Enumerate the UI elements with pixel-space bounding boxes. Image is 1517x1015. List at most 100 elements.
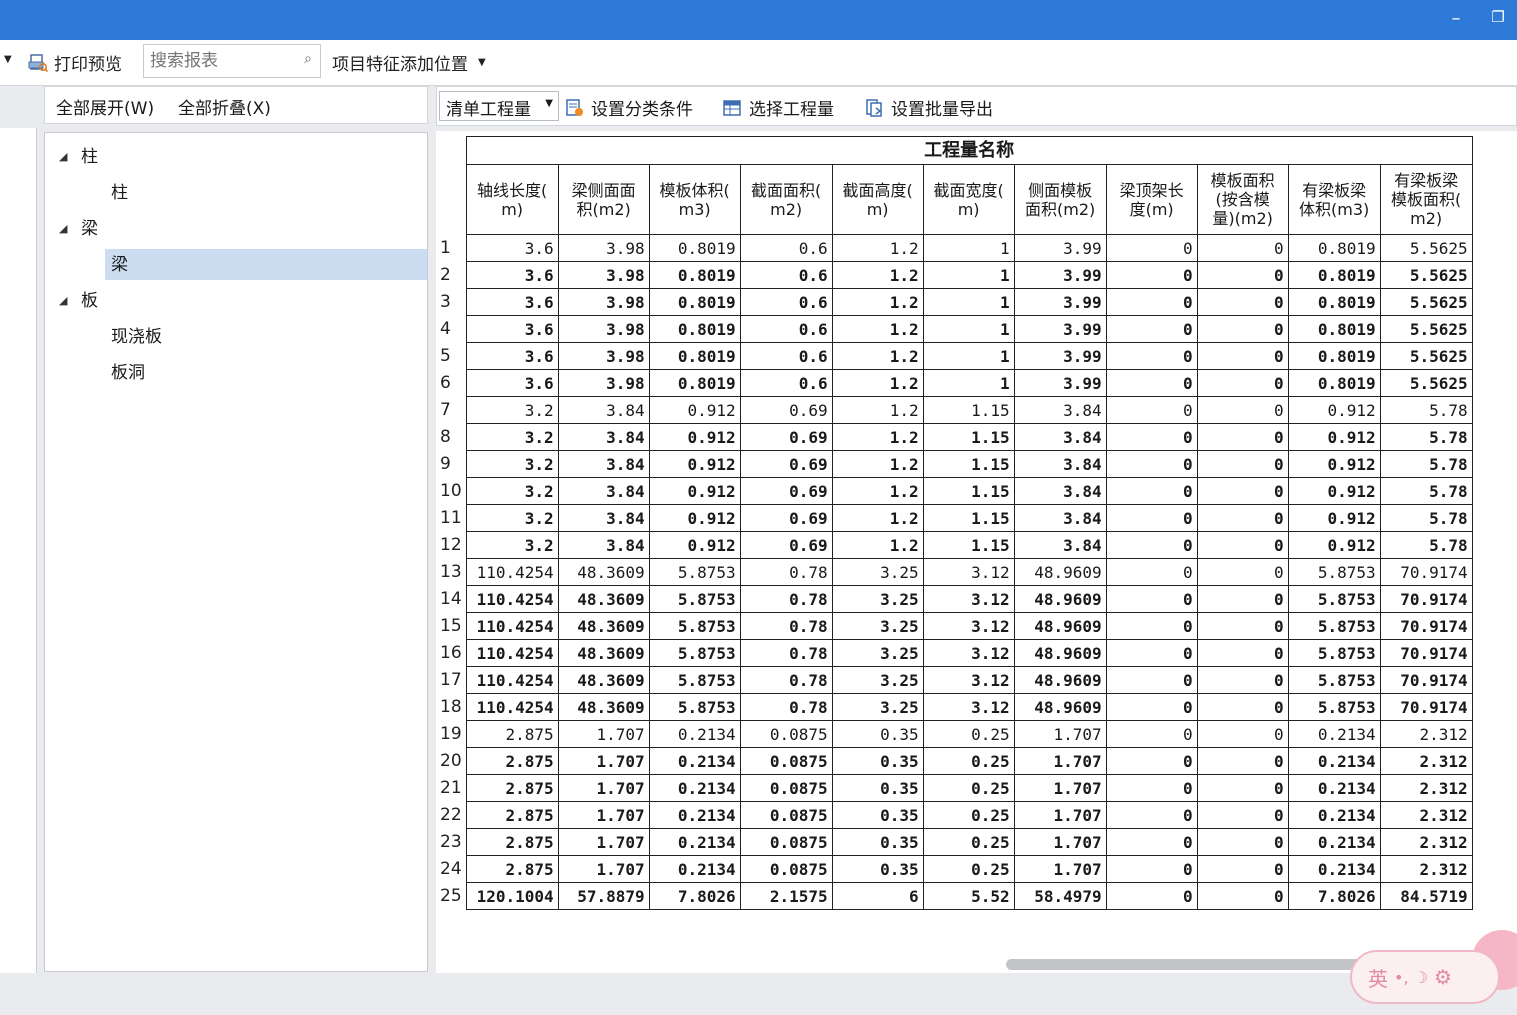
table-cell[interactable]: 70.9174 [1379,639,1473,667]
table-cell[interactable]: 0 [1105,342,1198,370]
table-cell[interactable]: 3.6 [465,288,559,316]
quantity-type-select[interactable]: 清单工程量 ▼ [439,91,559,121]
table-cell[interactable]: 3.2 [465,396,559,424]
column-header[interactable]: 梁顶架长 度(m) [1105,164,1198,235]
table-cell[interactable]: 0 [1105,693,1198,721]
table-cell[interactable]: 0.912 [648,396,741,424]
row-number[interactable]: 13 [436,558,467,586]
table-cell[interactable]: 1.2 [831,369,924,397]
row-number[interactable]: 11 [436,504,467,532]
table-cell[interactable]: 0.25 [922,855,1015,883]
table-cell[interactable]: 3.84 [557,531,650,559]
table-cell[interactable]: 48.9609 [1013,585,1107,613]
table-cell[interactable]: 0.2134 [1287,801,1381,829]
table-cell[interactable]: 3.84 [1013,450,1107,478]
row-number[interactable]: 20 [436,747,467,775]
table-cell[interactable]: 0.78 [739,585,833,613]
table-row[interactable]: 2 3.6 3.98 0.8019 0.6 1.2 1 3.99 0 0 0.8019 5.5625 [436,261,1473,289]
table-cell[interactable]: 5.8753 [648,612,741,640]
row-number[interactable]: 21 [436,774,467,802]
table-cell[interactable]: 3.84 [1013,477,1107,505]
table-cell[interactable]: 0.2134 [1287,828,1381,856]
table-cell[interactable]: 5.78 [1379,396,1473,424]
table-cell[interactable]: 5.8753 [648,693,741,721]
table-cell[interactable]: 48.3609 [557,666,650,694]
table-cell[interactable]: 0 [1105,369,1198,397]
ime-language-label[interactable]: 英 [1368,963,1388,992]
table-cell[interactable]: 3.6 [465,315,559,343]
table-cell[interactable]: 1.2 [831,531,924,559]
table-row[interactable]: 18 110.4254 48.3609 5.8753 0.78 3.25 3.12 48.96… [436,693,1473,721]
column-header[interactable]: 截面高度( m) [831,164,924,235]
table-cell[interactable]: 0.35 [831,747,924,775]
table-cell[interactable]: 2.875 [465,828,559,856]
table-cell[interactable]: 3.25 [831,585,924,613]
table-cell[interactable]: 0.69 [739,504,833,532]
restore-button[interactable]: ❐ [1485,8,1511,26]
table-row[interactable]: 25 120.1004 57.8879 7.8026 2.1575 6 5.52 58.497… [436,882,1473,910]
table-cell[interactable]: 3.2 [465,423,559,451]
table-cell[interactable]: 0.0875 [739,855,833,883]
table-cell[interactable]: 5.8753 [648,558,741,586]
table-cell[interactable]: 1 [922,234,1015,262]
table-cell[interactable]: 1.707 [557,828,650,856]
table-row[interactable]: 15 110.4254 48.3609 5.8753 0.78 3.25 3.12 48.96… [436,612,1473,640]
column-header[interactable]: 模板体积( m3) [648,164,741,235]
row-number[interactable]: 22 [436,801,467,829]
row-number[interactable]: 17 [436,666,467,694]
table-cell[interactable]: 0.2134 [648,801,741,829]
table-cell[interactable]: 120.1004 [465,882,559,910]
row-number[interactable]: 18 [436,693,467,721]
select-quantity-button[interactable]: 选择工程量 [723,95,834,120]
table-row[interactable]: 16 110.4254 48.3609 5.8753 0.78 3.25 3.12 48.96… [436,639,1473,667]
collapse-all-button[interactable]: 全部折叠(X) [178,94,271,119]
set-category-button[interactable]: 设置分类条件 [565,95,693,120]
table-row[interactable]: 4 3.6 3.98 0.8019 0.6 1.2 1 3.99 0 0 0.8019 5.5625 [436,315,1473,343]
table-row[interactable]: 8 3.2 3.84 0.912 0.69 1.2 1.15 3.84 0 0 0.912 5.78 [436,423,1473,451]
table-cell[interactable]: 0.69 [739,531,833,559]
table-cell[interactable]: 0 [1196,261,1289,289]
table-cell[interactable]: 1 [922,342,1015,370]
table-cell[interactable]: 48.3609 [557,558,650,586]
table-cell[interactable]: 84.5719 [1379,882,1473,910]
table-cell[interactable]: 0.8019 [1287,261,1381,289]
table-cell[interactable]: 0.8019 [1287,315,1381,343]
table-row[interactable]: 5 3.6 3.98 0.8019 0.6 1.2 1 3.99 0 0 0.8019 5.5625 [436,342,1473,370]
tree-node-cast-slab[interactable]: 现浇板 [111,322,162,352]
table-cell[interactable]: 3.2 [465,504,559,532]
table-cell[interactable]: 1 [922,261,1015,289]
table-cell[interactable]: 3.84 [1013,504,1107,532]
table-cell[interactable]: 3.99 [1013,369,1107,397]
table-cell[interactable]: 0 [1105,450,1198,478]
table-cell[interactable]: 0 [1196,585,1289,613]
table-cell[interactable]: 1.707 [1013,801,1107,829]
table-cell[interactable]: 3.98 [557,342,650,370]
table-cell[interactable]: 0 [1196,558,1289,586]
table-cell[interactable]: 0 [1105,639,1198,667]
row-number[interactable]: 1 [436,234,467,262]
gear-icon[interactable]: ⚙ [1434,965,1452,989]
table-cell[interactable]: 0 [1105,720,1198,748]
table-cell[interactable]: 3.99 [1013,261,1107,289]
table-cell[interactable]: 0 [1196,801,1289,829]
table-cell[interactable]: 0 [1105,504,1198,532]
table-cell[interactable]: 1.15 [922,531,1015,559]
table-cell[interactable]: 0.8019 [648,342,741,370]
table-row[interactable]: 20 2.875 1.707 0.2134 0.0875 0.35 0.25 1.707 0 0 0… [436,747,1473,775]
table-cell[interactable]: 0.35 [831,801,924,829]
table-cell[interactable]: 0.25 [922,828,1015,856]
table-cell[interactable]: 1.707 [557,801,650,829]
table-row[interactable]: 12 3.2 3.84 0.912 0.69 1.2 1.15 3.84 0 0 0.912 5.78 [436,531,1473,559]
table-cell[interactable]: 3.25 [831,558,924,586]
table-cell[interactable]: 1 [922,369,1015,397]
search-icon[interactable]: ⌕ [304,51,312,67]
row-number[interactable]: 12 [436,531,467,559]
table-cell[interactable]: 0 [1196,666,1289,694]
table-cell[interactable]: 3.6 [465,369,559,397]
table-cell[interactable]: 2.1575 [739,882,833,910]
table-cell[interactable]: 1.2 [831,342,924,370]
table-cell[interactable]: 0.6 [739,234,833,262]
table-cell[interactable]: 3.12 [922,612,1015,640]
table-cell[interactable]: 3.84 [557,423,650,451]
column-header[interactable]: 有梁板梁 模板面积( m2) [1379,164,1473,235]
